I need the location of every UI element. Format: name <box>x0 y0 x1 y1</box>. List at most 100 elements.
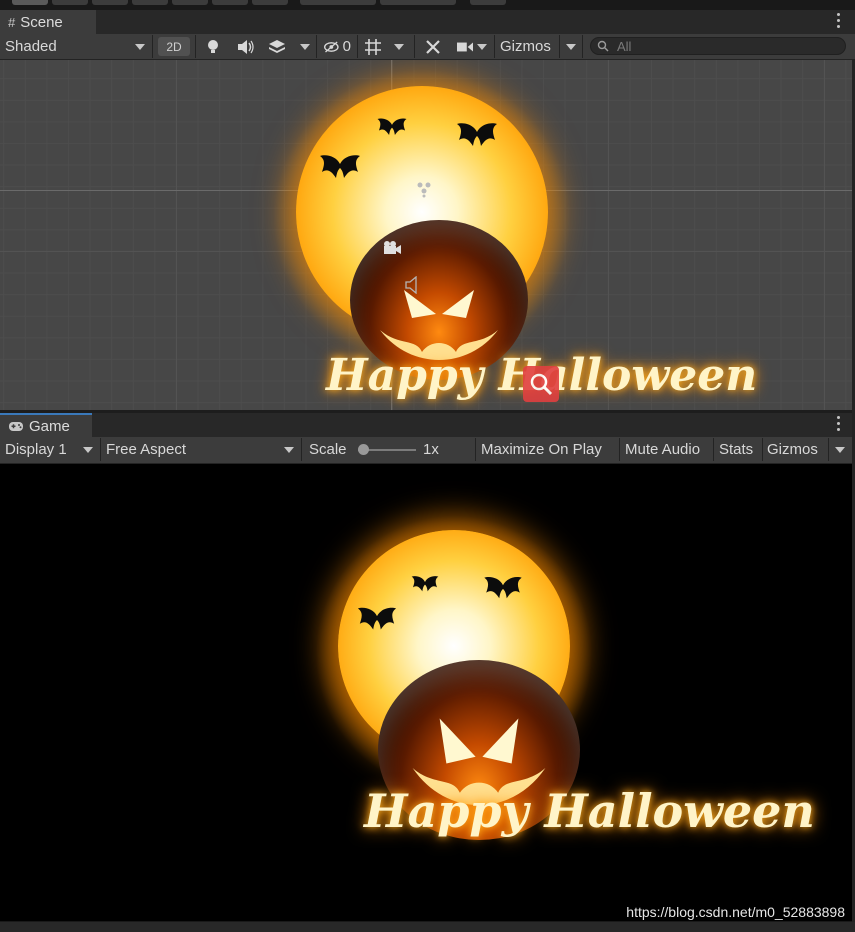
toolbar-divider <box>152 35 153 58</box>
lightbulb-icon <box>208 39 218 53</box>
scale-value-box: 1x <box>418 437 458 462</box>
camera-icon <box>457 42 473 51</box>
bat-sprite <box>411 576 439 592</box>
chevron-down-icon <box>83 446 93 453</box>
maximize-label: Maximize On Play <box>481 441 602 458</box>
tab-game[interactable]: Game <box>0 413 92 437</box>
stats-label: Stats <box>719 441 754 458</box>
audio-source-gizmo-icon <box>405 276 417 294</box>
toolbar-tab-stub[interactable] <box>132 0 168 5</box>
toolbar-divider <box>582 35 583 58</box>
display-label: Display 1 <box>5 441 67 458</box>
shading-mode-label: Shaded <box>5 38 57 55</box>
chevron-down-icon <box>394 43 404 50</box>
tab-scene[interactable]: # Scene <box>0 10 96 34</box>
scene-visibility-toggle[interactable]: 0 <box>318 34 356 59</box>
tab-scene-label: Scene <box>20 13 63 31</box>
grid-dropdown[interactable] <box>389 34 409 59</box>
scale-slider-handle[interactable] <box>358 444 369 455</box>
toolbar-divider <box>559 35 560 58</box>
toolbar-divider <box>828 438 829 461</box>
stats-toggle[interactable]: Stats <box>714 437 762 462</box>
chevron-down-icon <box>135 43 145 50</box>
scale-slider[interactable] <box>358 437 420 463</box>
scene-menu-kebab-icon[interactable] <box>837 13 841 29</box>
eye-hidden-icon <box>323 40 339 53</box>
lighting-toggle[interactable] <box>200 34 228 59</box>
tools-toggle[interactable] <box>420 34 448 59</box>
speaker-icon <box>238 39 254 54</box>
game-gizmos-button[interactable]: Gizmos <box>762 437 828 462</box>
game-viewport[interactable]: Happy Halloween <box>0 464 852 921</box>
tab-game-label: Game <box>29 417 70 435</box>
bottom-bar <box>0 922 855 932</box>
bat-sprite[interactable] <box>454 120 500 150</box>
scale-label: Scale <box>309 441 347 458</box>
toolbar-tab-stub[interactable] <box>172 0 208 5</box>
mode-2d-label: 2D <box>166 39 182 54</box>
scene-viewport[interactable]: Happy Halloween <box>0 60 852 410</box>
camera-settings-dropdown[interactable] <box>452 34 492 59</box>
chevron-down-icon <box>284 446 294 453</box>
effects-toggle[interactable] <box>263 34 293 59</box>
toolbar-tab-stub[interactable] <box>300 0 376 5</box>
grid-hash-icon: # <box>8 14 16 30</box>
toolbar-divider <box>316 35 317 58</box>
effects-dropdown[interactable] <box>295 34 315 59</box>
scale-label-box: Scale <box>304 437 356 462</box>
search-placeholder: All <box>617 38 632 54</box>
grid-toggle[interactable] <box>360 34 386 59</box>
game-tab-bar: Game <box>0 413 855 437</box>
toolbar-divider <box>414 35 415 58</box>
bat-sprite[interactable] <box>318 152 362 182</box>
top-strip <box>0 0 855 10</box>
game-menu-kebab-icon[interactable] <box>837 416 841 432</box>
camera-gizmo-icon <box>384 241 401 254</box>
toolbar-tab-stub[interactable] <box>52 0 88 5</box>
grid-snap-icon <box>365 38 381 55</box>
aspect-dropdown[interactable]: Free Aspect <box>101 437 299 462</box>
game-happy-halloween-text: Happy Halloween <box>364 784 815 838</box>
display-dropdown[interactable]: Display 1 <box>0 437 98 462</box>
maximize-on-play-toggle[interactable]: Maximize On Play <box>476 437 618 462</box>
scale-value: 1x <box>423 441 439 458</box>
toolbar-divider <box>301 438 302 461</box>
aspect-label: Free Aspect <box>106 441 187 458</box>
toolbar-tab-stub[interactable] <box>470 0 506 5</box>
magnifier-icon <box>530 373 553 396</box>
toolbar-tab-stub[interactable] <box>12 0 48 5</box>
chevron-down-icon <box>300 43 310 50</box>
game-toolbar: Display 1 Free Aspect Scale 1x Maximize … <box>0 437 855 464</box>
bat-sprite[interactable] <box>376 116 408 138</box>
toolbar-tab-stub[interactable] <box>380 0 456 5</box>
scene-tab-bar: # Scene <box>0 10 855 34</box>
tools-icon <box>426 39 440 54</box>
game-gizmos-label: Gizmos <box>767 441 818 458</box>
mute-label: Mute Audio <box>625 441 701 458</box>
toolbar-tab-stub[interactable] <box>252 0 288 5</box>
game-gizmos-dropdown[interactable] <box>830 437 850 462</box>
chevron-down-icon <box>835 446 845 453</box>
scene-gizmos-dropdown[interactable] <box>561 34 581 59</box>
watermark-text: https://blog.csdn.net/m0_52883898 <box>626 904 845 920</box>
audio-toggle[interactable] <box>232 34 260 59</box>
scene-search-input[interactable]: All <box>590 37 846 55</box>
toolbar-tab-stub[interactable] <box>92 0 128 5</box>
scene-gizmos-button[interactable]: Gizmos <box>495 34 559 59</box>
shading-mode-dropdown[interactable]: Shaded <box>0 34 150 59</box>
mode-2d-toggle[interactable]: 2D <box>158 37 190 56</box>
chevron-down-icon <box>566 43 576 50</box>
search-icon <box>597 40 609 52</box>
hidden-count: 0 <box>342 38 351 55</box>
chevron-down-icon <box>477 43 487 50</box>
inspect-magnifier-button[interactable] <box>523 366 559 402</box>
gamepad-icon <box>9 421 23 431</box>
mute-audio-toggle[interactable]: Mute Audio <box>620 437 712 462</box>
toolbar-divider <box>195 35 196 58</box>
scene-gizmos-label: Gizmos <box>500 38 551 55</box>
bat-sprite <box>484 577 522 599</box>
toolbar-tab-stub[interactable] <box>212 0 248 5</box>
bat-sprite <box>357 607 397 630</box>
toolbar-divider <box>357 35 358 58</box>
layers-stack-icon <box>269 39 285 53</box>
